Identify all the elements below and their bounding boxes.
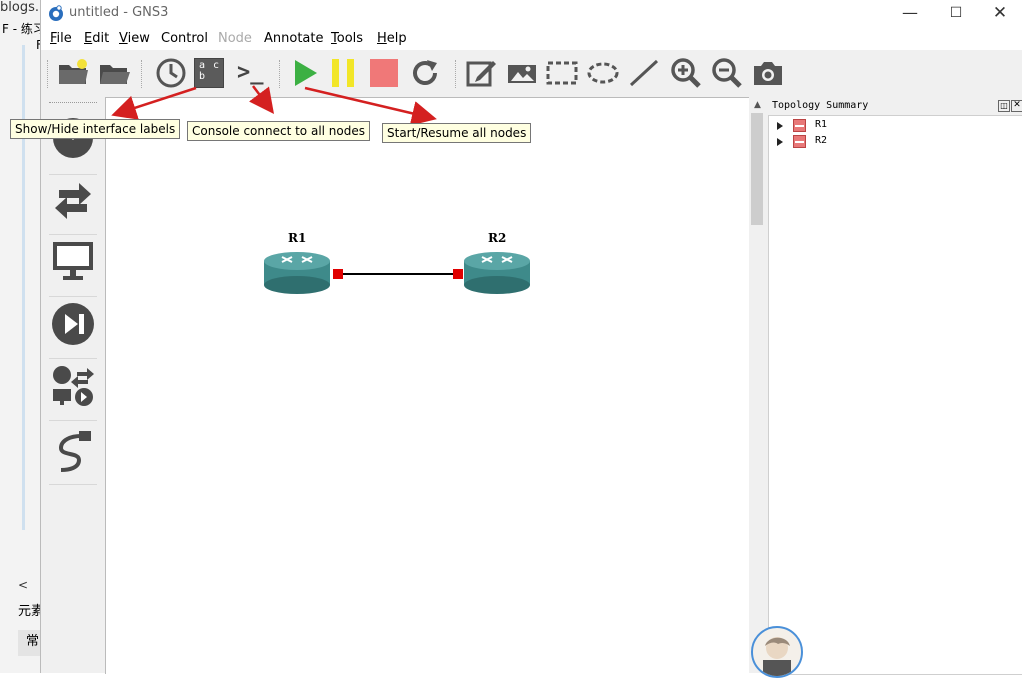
security-devices-category-icon[interactable] (51, 302, 95, 346)
float-panel-icon[interactable]: ◫ (998, 100, 1010, 112)
toolbar-separator (455, 60, 458, 88)
new-project-folder-icon[interactable] (55, 55, 91, 91)
draw-line-icon[interactable] (626, 55, 662, 91)
window-title: untitled - GNS3 (69, 5, 169, 20)
scroll-up-arrow-icon[interactable]: ▲ (749, 97, 766, 113)
link-endpoint-r2 (453, 269, 463, 279)
reload-all-nodes-icon[interactable] (407, 55, 443, 91)
background-url-fragment: blogs. (0, 0, 39, 15)
snapshot-clock-icon[interactable] (153, 55, 189, 91)
node-label-r1[interactable]: R1 (288, 231, 306, 245)
node-label-r2[interactable]: R2 (488, 231, 506, 245)
background-scroll-left-button[interactable]: < (18, 578, 40, 596)
background-window (0, 0, 40, 673)
tooltip-console-connect-all: Console connect to all nodes (187, 121, 370, 141)
menu-help[interactable]: Help (377, 31, 407, 46)
end-devices-category-icon[interactable] (51, 238, 95, 282)
zoom-out-icon[interactable] (709, 55, 745, 91)
topology-item-r2[interactable]: R2 (773, 134, 1013, 150)
menu-view[interactable]: View (119, 31, 150, 46)
zoom-in-icon[interactable] (668, 55, 704, 91)
dock-separator (49, 296, 97, 297)
add-note-icon[interactable] (463, 55, 499, 91)
console-connect-all-icon[interactable]: >_ (237, 55, 273, 91)
close-button[interactable]: ✕ (977, 0, 1022, 28)
switches-category-icon[interactable] (51, 178, 95, 222)
topology-item-r1[interactable]: R1 (773, 118, 1013, 134)
labels-icon-text: a c b (199, 60, 221, 82)
scrollbar-thumb[interactable] (751, 113, 763, 225)
menu-edit[interactable]: Edit (84, 31, 109, 46)
expand-arrow-icon[interactable] (777, 138, 783, 146)
router-status-icon (793, 135, 806, 148)
dock-separator (49, 234, 97, 235)
background-tab[interactable]: 常 (18, 630, 40, 656)
menu-tools[interactable]: Tools (331, 31, 363, 46)
dock-grip (49, 102, 97, 104)
dock-separator (49, 358, 97, 359)
background-tab-text: F - 练习 (2, 22, 45, 36)
gns3-logo-icon (49, 5, 63, 21)
menu-annotate[interactable]: Annotate (264, 31, 323, 46)
avatar-drawing (763, 637, 791, 676)
topology-summary-list: R1 R2 (768, 115, 1022, 675)
tooltip-show-hide-interface-labels: Show/Hide interface labels (10, 119, 181, 139)
topology-summary-panel: Topology Summary ◫ ✕ R1 R2 (766, 97, 1022, 675)
avatar[interactable] (751, 626, 803, 678)
title-bar: untitled - GNS3 — ☐ ✕ (41, 0, 1022, 28)
start-all-nodes-icon[interactable] (287, 55, 323, 91)
topology-drawing (264, 252, 530, 294)
tooltip-start-resume-all: Start/Resume all nodes (382, 123, 532, 143)
topology-canvas[interactable]: R1 R2 (105, 97, 751, 674)
router-status-icon (793, 119, 806, 132)
link-endpoint-r1 (333, 269, 343, 279)
maximize-button[interactable]: ☐ (933, 0, 979, 28)
add-link-cable-icon[interactable] (51, 428, 95, 472)
menu-node: Node (218, 31, 252, 46)
show-hide-interface-labels-icon[interactable]: a c b (194, 58, 224, 88)
router-r2[interactable] (464, 252, 530, 294)
background-strip (22, 45, 25, 530)
gns3-window: untitled - GNS3 — ☐ ✕ File Edit View Con… (40, 0, 1022, 678)
minimize-button[interactable]: — (887, 0, 933, 28)
device-dock (41, 96, 105, 673)
menu-file[interactable]: File (50, 31, 72, 46)
expand-arrow-icon[interactable] (777, 122, 783, 130)
toolbar: a c b >_ (41, 50, 1022, 96)
toolbar-separator (141, 60, 144, 88)
open-project-folder-icon[interactable] (96, 55, 132, 91)
toolbar-separator (279, 60, 282, 88)
close-panel-icon[interactable]: ✕ (1011, 100, 1022, 112)
pause-all-nodes-icon[interactable] (326, 55, 362, 91)
menu-control[interactable]: Control (161, 31, 208, 46)
draw-rectangle-icon[interactable] (544, 55, 580, 91)
toolbar-grip (47, 60, 50, 88)
draw-ellipse-icon[interactable] (585, 55, 621, 91)
insert-picture-icon[interactable] (504, 55, 540, 91)
dock-separator (49, 420, 97, 421)
dock-separator (49, 484, 97, 485)
menu-bar: File Edit View Control Node Annotate Too… (41, 28, 1022, 50)
topology-item-label: R1 (815, 119, 828, 130)
all-devices-category-icon[interactable] (51, 364, 95, 408)
topology-summary-title: Topology Summary (772, 100, 869, 111)
stop-all-nodes-icon[interactable] (366, 55, 402, 91)
router-r1[interactable] (264, 252, 330, 294)
topology-item-label: R2 (815, 135, 828, 146)
dock-separator (49, 174, 97, 175)
screenshot-camera-icon[interactable] (750, 55, 786, 91)
